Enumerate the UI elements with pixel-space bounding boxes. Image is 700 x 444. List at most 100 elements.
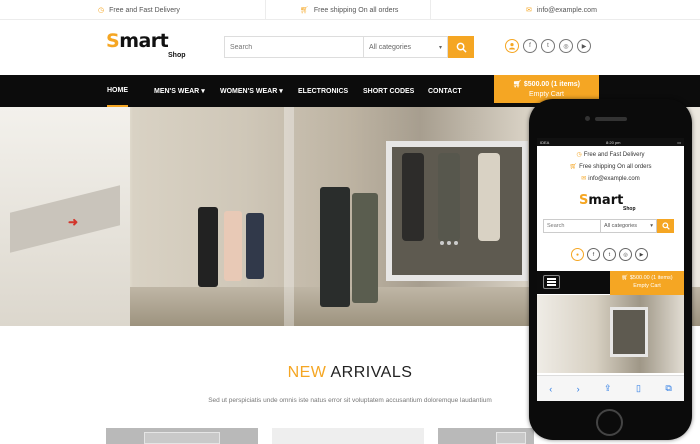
- phone-logo[interactable]: Smart Shop: [579, 191, 636, 212]
- nav-label: HOME: [107, 86, 128, 94]
- chevron-down-icon: ▾: [650, 223, 653, 229]
- home-button[interactable]: [596, 409, 623, 436]
- logo-initial: S: [106, 30, 120, 52]
- phone-email-note[interactable]: ✉ info@example.com: [537, 175, 684, 182]
- cart-icon: 🛒︎: [569, 164, 578, 170]
- facebook-icon[interactable]: f: [523, 39, 537, 53]
- hero-arrow-sign: ➜: [68, 215, 79, 229]
- phone-mockup: IDEA 8:20 pm ▭ ◷ Free and Fast Delivery 🛒…: [529, 99, 692, 440]
- product-image: [144, 432, 220, 444]
- nav-label: WOMEN'S WEAR: [220, 87, 278, 95]
- nav-item-contact[interactable]: CONTACT: [428, 75, 462, 107]
- hero-glass-divider: [284, 107, 294, 326]
- hero-window-display: [386, 141, 528, 281]
- phone-search-input[interactable]: Search: [543, 219, 601, 233]
- top-info-bar: ◷ Free and Fast Delivery 🛒︎ Free shippin…: [0, 0, 700, 20]
- youtube-icon[interactable]: ▶: [635, 248, 648, 261]
- mannequin: [246, 213, 264, 279]
- search-input[interactable]: [224, 36, 364, 58]
- title-accent: NEW: [287, 364, 327, 381]
- envelope-icon: ✉: [581, 176, 587, 182]
- logo-initial: S: [579, 193, 589, 208]
- user-icon[interactable]: ●: [571, 248, 584, 261]
- phone-hero-banner: [537, 295, 684, 373]
- logo-wordmark: Smart: [106, 30, 169, 52]
- instagram-icon[interactable]: ◎: [559, 39, 573, 53]
- phone-delivery-note: ◷ Free and Fast Delivery: [537, 151, 684, 158]
- twitter-icon[interactable]: t: [541, 39, 555, 53]
- delivery-note: ◷ Free and Fast Delivery: [98, 0, 180, 20]
- status-bar: IDEA 8:20 pm ▭: [537, 138, 684, 146]
- cart-icon: 🛒︎: [513, 81, 522, 88]
- forward-icon[interactable]: ›: [577, 384, 580, 394]
- product-card[interactable]: [438, 428, 534, 444]
- slider-dots[interactable]: [440, 241, 458, 245]
- nav-item-electronics[interactable]: ELECTRONICS: [298, 75, 348, 107]
- search-placeholder: Search: [547, 223, 565, 229]
- product-card[interactable]: [106, 428, 258, 444]
- back-icon[interactable]: ‹: [549, 384, 552, 394]
- browser-toolbar: ‹ › ⇪ ▯ ⧉: [537, 375, 684, 401]
- facebook-icon[interactable]: f: [587, 248, 600, 261]
- product-card[interactable]: [272, 428, 424, 444]
- title-rest: ARRIVALS: [326, 364, 413, 381]
- search-button[interactable]: [448, 36, 474, 58]
- logo-rest: mart: [588, 193, 624, 208]
- category-select[interactable]: All categories ▾: [364, 36, 448, 58]
- cart-icon: 🛒︎: [300, 7, 309, 14]
- logo-subtitle: Shop: [623, 206, 636, 212]
- phone-search-button[interactable]: [657, 219, 674, 233]
- mannequin: [352, 193, 378, 303]
- nav-item-short-codes[interactable]: SHORT CODES: [363, 75, 414, 107]
- phone-email-text[interactable]: info@example.com: [588, 176, 639, 182]
- cart-amount-text: $500.00 (1 items): [523, 81, 580, 88]
- tabs-icon[interactable]: ⧉: [665, 383, 671, 394]
- nav-label: CONTACT: [428, 87, 462, 95]
- twitter-icon[interactable]: t: [603, 248, 616, 261]
- email-text[interactable]: info@example.com: [537, 7, 597, 14]
- empty-cart-link[interactable]: Empty Cart: [494, 91, 599, 98]
- logo-rest: mart: [119, 30, 169, 52]
- instagram-icon[interactable]: ◎: [619, 248, 632, 261]
- nav-label: SHORT CODES: [363, 87, 415, 95]
- display-outfit: [438, 153, 460, 241]
- bookmarks-icon[interactable]: ▯: [636, 383, 641, 394]
- speaker-grille: [595, 117, 627, 121]
- shipping-note: 🛒︎ Free shipping On all orders: [300, 0, 398, 20]
- chevron-down-icon: ▾: [279, 88, 283, 95]
- delivery-text: Free and Fast Delivery: [109, 6, 180, 14]
- search-icon: [661, 222, 670, 230]
- share-icon[interactable]: ⇪: [604, 383, 612, 394]
- chevron-down-icon: ▾: [438, 44, 442, 51]
- nav-item-mens-wear[interactable]: MEN'S WEAR ▾: [154, 75, 205, 107]
- logo-subtitle: Shop: [168, 52, 186, 59]
- nav-item-womens-wear[interactable]: WOMEN'S WEAR ▾: [220, 75, 283, 107]
- logo-wordmark: Smart: [579, 193, 623, 208]
- phone-cart-amount-text: $500.00 (1 items): [629, 275, 673, 281]
- user-icon[interactable]: [505, 39, 519, 53]
- nav-label: MEN'S WEAR: [154, 87, 200, 95]
- nav-item-home[interactable]: HOME: [107, 75, 128, 107]
- phone-shipping-text: Free shipping On all orders: [579, 164, 652, 170]
- carrier-label: IDEA: [540, 139, 550, 145]
- category-value: All categories: [604, 223, 638, 229]
- product-image: [496, 432, 526, 444]
- menu-icon[interactable]: [543, 275, 560, 289]
- phone-shipping-note: 🛒︎ Free shipping On all orders: [537, 163, 684, 170]
- display-outfit: [478, 153, 500, 241]
- email-note[interactable]: ✉ info@example.com: [526, 0, 597, 20]
- phone-cart-button[interactable]: 🛒︎ $500.00 (1 items) Empty Cart: [610, 271, 684, 295]
- cart-icon: 🛒︎: [621, 275, 629, 281]
- cart-amount: 🛒︎ $500.00 (1 items): [494, 80, 599, 88]
- youtube-icon[interactable]: ▶: [577, 39, 591, 53]
- battery-icon: ▭: [677, 139, 681, 145]
- phone-screen: IDEA 8:20 pm ▭ ◷ Free and Fast Delivery 🛒…: [537, 138, 684, 401]
- mannequin: [320, 187, 350, 307]
- logo[interactable]: Smart Shop: [106, 30, 186, 59]
- phone-empty-cart-link[interactable]: Empty Cart: [610, 283, 684, 289]
- divider: [265, 0, 266, 20]
- truck-icon: ◷: [576, 152, 582, 158]
- envelope-icon: ✉: [526, 7, 532, 14]
- phone-category-select[interactable]: All categories ▾: [601, 219, 657, 233]
- truck-icon: ◷: [98, 7, 105, 14]
